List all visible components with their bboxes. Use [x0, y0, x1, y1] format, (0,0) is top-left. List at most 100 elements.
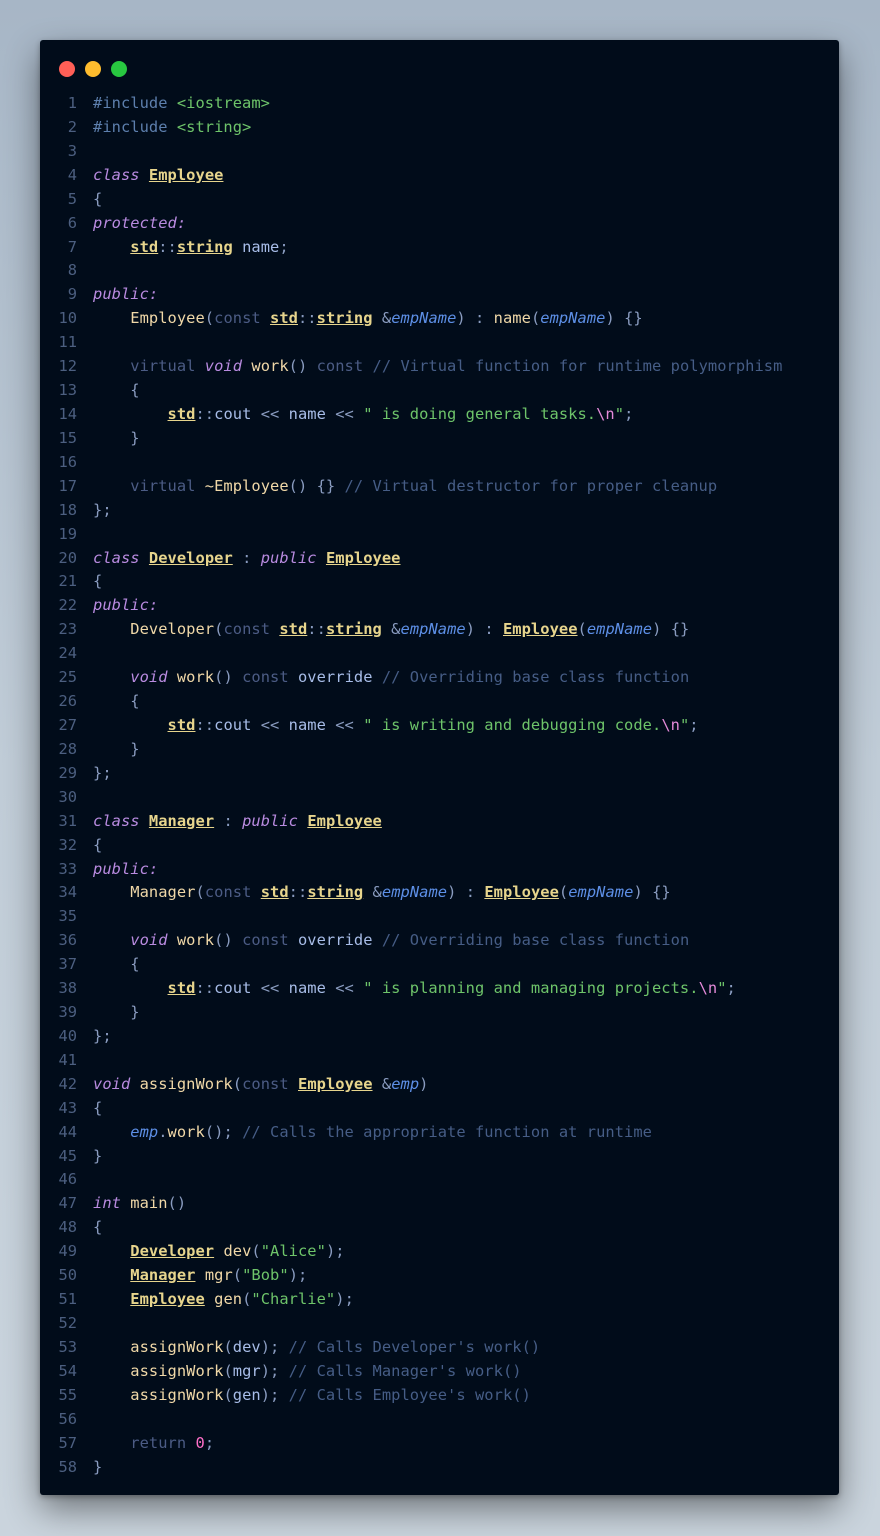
- line-content: Employee gen("Charlie");: [93, 1288, 354, 1312]
- code-token: const: [242, 1074, 298, 1093]
- code-token: work: [251, 357, 289, 376]
- line-number: 16: [58, 452, 77, 471]
- code-token: (): [214, 931, 243, 950]
- code-token: Manager: [148, 811, 215, 830]
- line-content: std::cout << name << " is doing general …: [93, 403, 634, 427]
- line-number: 45: [58, 1146, 77, 1165]
- code-token: #include: [93, 117, 177, 136]
- code-line: 23 Developer(const std::string &empName)…: [40, 618, 839, 642]
- code-token: );: [288, 1266, 308, 1285]
- line-content: protected:: [93, 212, 186, 236]
- code-token: // Calls Employee's work(): [288, 1385, 531, 1404]
- code-token: <<: [325, 979, 364, 998]
- line-number: 50: [58, 1266, 77, 1285]
- code-token: (: [232, 1074, 243, 1093]
- line-content: class Manager : public Employee: [93, 810, 382, 834]
- code-token: // Calls the appropriate function at run…: [242, 1122, 652, 1141]
- line-number: 25: [58, 668, 77, 687]
- code-token: {: [93, 572, 103, 591]
- code-token: };: [93, 763, 112, 782]
- code-token: return: [130, 1433, 196, 1452]
- code-token: Employee: [148, 165, 224, 184]
- code-line: 39 }: [40, 1001, 839, 1025]
- code-token: string: [176, 237, 233, 256]
- line-number: 23: [58, 620, 77, 639]
- code-token: " is writing and debugging code.: [363, 715, 662, 734]
- code-token: <<: [325, 715, 364, 734]
- code-token: // Overriding base class function: [381, 931, 690, 950]
- code-token: main: [130, 1194, 168, 1213]
- code-token: (: [577, 620, 587, 639]
- line-number: 32: [58, 835, 77, 854]
- line-content: }: [93, 1001, 140, 1025]
- code-line: 58}: [40, 1456, 839, 1480]
- code-token: Employee: [130, 309, 205, 328]
- line-content: Developer dev("Alice");: [93, 1240, 345, 1264]
- code-line: 5{: [40, 188, 839, 212]
- code-token: protected:: [93, 213, 187, 232]
- code-token: dev: [232, 1337, 261, 1356]
- line-content: assignWork(dev); // Calls Developer's wo…: [93, 1336, 540, 1360]
- code-token: const: [316, 357, 373, 376]
- line-number: 15: [58, 428, 77, 447]
- line-number: 2: [67, 117, 77, 136]
- code-token: work: [167, 1122, 205, 1141]
- code-token: work: [176, 931, 215, 950]
- line-number: 21: [58, 572, 77, 591]
- maximize-icon[interactable]: [111, 61, 127, 77]
- code-token: ::: [195, 404, 215, 423]
- code-token: public: [242, 811, 298, 830]
- code-token: \n: [596, 404, 615, 423]
- close-icon[interactable]: [59, 61, 75, 77]
- minimize-icon[interactable]: [85, 61, 101, 77]
- code-token: const: [242, 931, 298, 950]
- code-line: 42 void assignWork(const Employee &emp): [40, 1073, 839, 1097]
- line-number: 42: [58, 1074, 77, 1093]
- code-token: (: [251, 1242, 261, 1261]
- code-token: std: [260, 883, 289, 902]
- code-token: "Bob": [242, 1266, 289, 1285]
- code-token: gen: [214, 1290, 243, 1309]
- code-token: <<: [325, 404, 364, 423]
- line-number: 22: [58, 596, 77, 615]
- code-line: 9 public:: [40, 283, 839, 307]
- line-content: {: [93, 690, 140, 714]
- code-token: override: [297, 931, 382, 950]
- code-token: ::: [307, 620, 326, 639]
- line-number: 55: [58, 1385, 77, 1404]
- line-content: public:: [93, 283, 158, 307]
- code-editor[interactable]: 1 #include <iostream> 2 #include <string> 3 4…: [40, 92, 839, 1479]
- code-token: class: [93, 548, 140, 567]
- code-line: 7 std::string name;: [40, 236, 839, 260]
- code-line: 48 {: [40, 1216, 839, 1240]
- code-token: (): [167, 1194, 187, 1213]
- code-token: ;: [204, 1433, 215, 1452]
- code-token: // Calls Manager's work(): [288, 1361, 522, 1380]
- code-token: #include: [93, 94, 177, 112]
- line-number: 20: [58, 548, 77, 567]
- line-number: 43: [58, 1098, 77, 1117]
- code-token: (: [232, 1266, 243, 1285]
- line-content: {: [93, 834, 102, 858]
- code-token: dev: [223, 1242, 252, 1261]
- line-number: 14: [58, 404, 77, 423]
- code-token: {: [130, 381, 140, 400]
- code-token: ) {}: [633, 883, 671, 902]
- code-token: () {}: [288, 476, 345, 495]
- code-line: 4 class Employee: [40, 164, 839, 188]
- code-token: ": [717, 979, 727, 998]
- code-token: Employee: [325, 548, 401, 567]
- line-number: 5: [67, 189, 77, 208]
